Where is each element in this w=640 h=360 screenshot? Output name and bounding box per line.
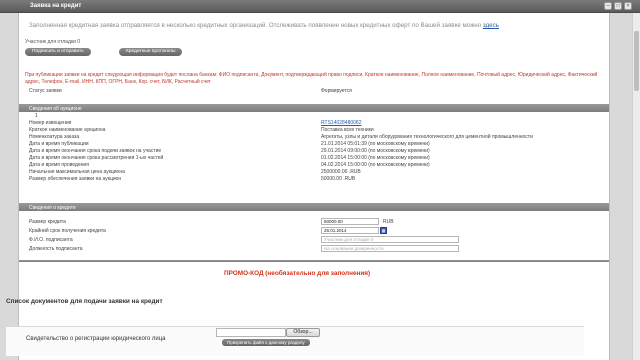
auction-row-label: Номер извещения (29, 120, 72, 126)
browse-button[interactable]: Обзор... (286, 328, 320, 337)
credit-section-title: Сведения о кредите (29, 204, 76, 211)
auction-row-value: 2500000.00 .RUB (321, 169, 361, 175)
calendar-icon[interactable]: ▦ (380, 227, 387, 234)
auction-row-label: Дата и время публикации (29, 141, 89, 147)
minimize-button[interactable]: ─ (604, 2, 612, 10)
vertical-scrollbar[interactable] (632, 13, 640, 360)
status-label: Статус заявки (29, 88, 62, 94)
auction-row-label: Дата и время проведения (29, 162, 89, 168)
credit-deadline-label: Крайний срок получения кредита (29, 228, 106, 234)
documents-title: Список документов для подачи заявки на к… (6, 298, 163, 305)
info-message: Заполненная кредитная заявка отправляетс… (29, 22, 499, 29)
auction-row-label: Дата и время окончания срока рассмотрени… (29, 155, 164, 161)
row-marker: 1 (35, 113, 38, 119)
auction-row-label: Краткое наименование аукциона (29, 127, 106, 133)
offers-link[interactable]: здесь (483, 22, 499, 29)
signer-name-label: Ф.И.О. подписанта (29, 237, 73, 243)
auction-row-label: Начальная максимальная цена аукциона (29, 169, 125, 175)
credit-section-header: Сведения о кредите (19, 203, 609, 211)
credit-protocols-button[interactable]: Кредитные протоколы (119, 48, 183, 56)
auction-row-label: Номенклатура заказа (29, 134, 80, 140)
file-path-input[interactable] (216, 328, 286, 337)
auction-row-value: Агрегаты, узлы и детали оборудования тех… (321, 134, 533, 140)
credit-amount-input[interactable]: 50000.00 (321, 218, 379, 225)
section-divider (19, 260, 609, 262)
maximize-button[interactable]: □ (614, 2, 622, 10)
notice-number-link[interactable]: RTS14028480082 (321, 120, 362, 126)
auction-section-title: Сведения об аукционе (29, 105, 82, 112)
participant-label: Участник для отладки 0 (25, 39, 81, 45)
document-item-label: Свидетельство о регистрации юридического… (26, 336, 166, 342)
auction-row-value: 29.01.2014 09:00:00 (по московскому врем… (321, 148, 430, 154)
credit-application-panel: Заполненная кредитная заявка отправляетс… (18, 13, 610, 360)
close-button[interactable]: × (624, 2, 632, 10)
status-value: Формируется (321, 88, 352, 94)
sign-and-send-button[interactable]: Подписать и отправить (25, 48, 91, 56)
signer-position-label: Должность подписанта (29, 246, 83, 252)
auction-section-header: Сведения об аукционе (19, 104, 609, 112)
credit-deadline-input[interactable]: 28.01.2014 (321, 227, 379, 234)
attach-file-button[interactable]: Прикрепить файл к данному разделу (222, 339, 310, 346)
scrollbar-thumb[interactable] (634, 31, 639, 91)
window-titlebar: Заявка на кредит ─ □ × (0, 0, 640, 13)
window-title: Заявка на кредит (30, 3, 82, 9)
auction-row-value: RTS14028480082 (321, 120, 362, 126)
publication-warning: При публикации заявки на кредит следующа… (25, 72, 598, 85)
auction-row-label: Дата и время окончания срока подачи заяв… (29, 148, 162, 154)
auction-row-value: 01.02.2014 15:00:00 (по московскому врем… (321, 155, 430, 161)
auction-row-value: 04.02.2014 15:00:00 (по московскому врем… (321, 162, 430, 168)
info-text: Заполненная кредитная заявка отправляетс… (29, 22, 483, 29)
credit-amount-label: Размер кредита (29, 219, 66, 225)
auction-row-label: Размер обеспечения заявки на аукцион (29, 176, 122, 182)
auction-row-value: 50000.00 .RUB (321, 176, 356, 182)
signer-position-input[interactable]: На основании доверенности (321, 245, 459, 252)
signer-name-input[interactable]: Участник для отладки 0 (321, 236, 459, 243)
auction-row-value: 21.01.2014 05:01:39 (по московскому врем… (321, 141, 430, 147)
auction-row-value: Поставка всех техники (321, 127, 374, 133)
window-controls: ─ □ × (604, 2, 632, 10)
credit-currency: RUB (383, 219, 394, 225)
promo-code-link[interactable]: ПРОМО-КОД (необязательно для заполнения) (224, 270, 370, 277)
